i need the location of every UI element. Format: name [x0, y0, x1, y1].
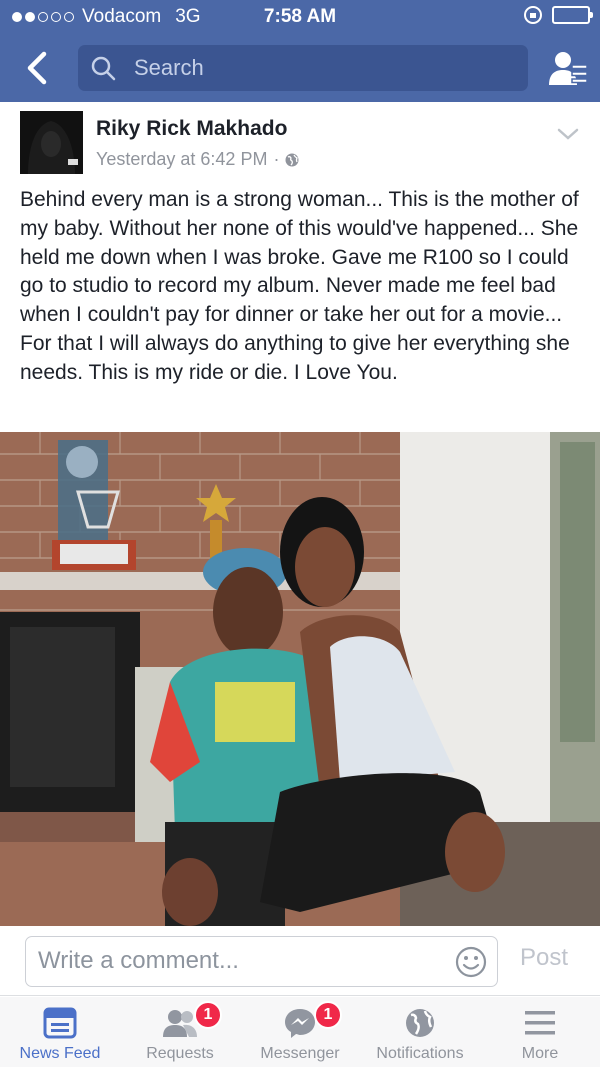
post-photo[interactable] [0, 432, 600, 926]
tab-more[interactable]: More [480, 997, 600, 1067]
tab-bar: News Feed Requests 1 Messenger 1 Notific… [0, 997, 600, 1067]
clock: 7:58 AM [263, 6, 337, 27]
rotation-lock-icon [524, 6, 542, 24]
messenger-icon [285, 1009, 315, 1038]
app-header: Vodacom 3G 7:58 AM [0, 0, 600, 102]
chevron-down-icon[interactable] [556, 122, 580, 146]
post-header: Riky Rick Makhado Yesterday at 6:42 PM · [0, 102, 600, 178]
status-icons [524, 6, 593, 24]
comment-input[interactable] [38, 943, 438, 979]
post-text: Behind every man is a strong woman... Th… [20, 188, 579, 384]
emoji-icon[interactable] [455, 946, 487, 978]
comment-field[interactable] [25, 936, 498, 987]
back-chevron-icon[interactable] [20, 48, 60, 88]
avatar[interactable] [20, 111, 83, 174]
tab-label: Messenger [260, 1045, 340, 1062]
tab-news-feed[interactable]: News Feed [0, 997, 120, 1067]
tab-label: More [521, 1045, 559, 1062]
meta-separator: · [273, 149, 280, 169]
search-bar[interactable] [78, 45, 528, 91]
search-icon [91, 56, 116, 81]
post-author[interactable]: Riky Rick Makhado [96, 117, 287, 141]
tab-label: Notifications [376, 1045, 464, 1062]
menu-icon [525, 1011, 555, 1035]
messenger-badge: 1 [314, 1001, 342, 1029]
comment-bar: Post [0, 926, 600, 996]
post-comment-button[interactable]: Post [520, 944, 568, 972]
friends-list-icon[interactable] [548, 49, 588, 89]
globe-icon [406, 1009, 434, 1037]
tab-messenger[interactable]: Messenger 1 [240, 997, 360, 1067]
status-bar: Vodacom 3G 7:58 AM [0, 0, 600, 36]
post-timestamp[interactable]: Yesterday at 6:42 PM [96, 149, 267, 170]
tab-requests[interactable]: Requests 1 [120, 997, 240, 1067]
tab-label: Requests [146, 1045, 214, 1062]
tab-label: News Feed [19, 1045, 101, 1062]
search-input[interactable] [134, 55, 494, 81]
news-feed-icon [43, 1007, 77, 1039]
battery-icon [552, 6, 593, 24]
friend-requests-icon [163, 1010, 197, 1037]
post-meta: Yesterday at 6:42 PM · [96, 149, 299, 170]
globe-icon [285, 153, 299, 166]
tab-notifications[interactable]: Notifications [360, 997, 480, 1067]
requests-badge: 1 [194, 1001, 222, 1029]
nav-bar [0, 36, 600, 102]
